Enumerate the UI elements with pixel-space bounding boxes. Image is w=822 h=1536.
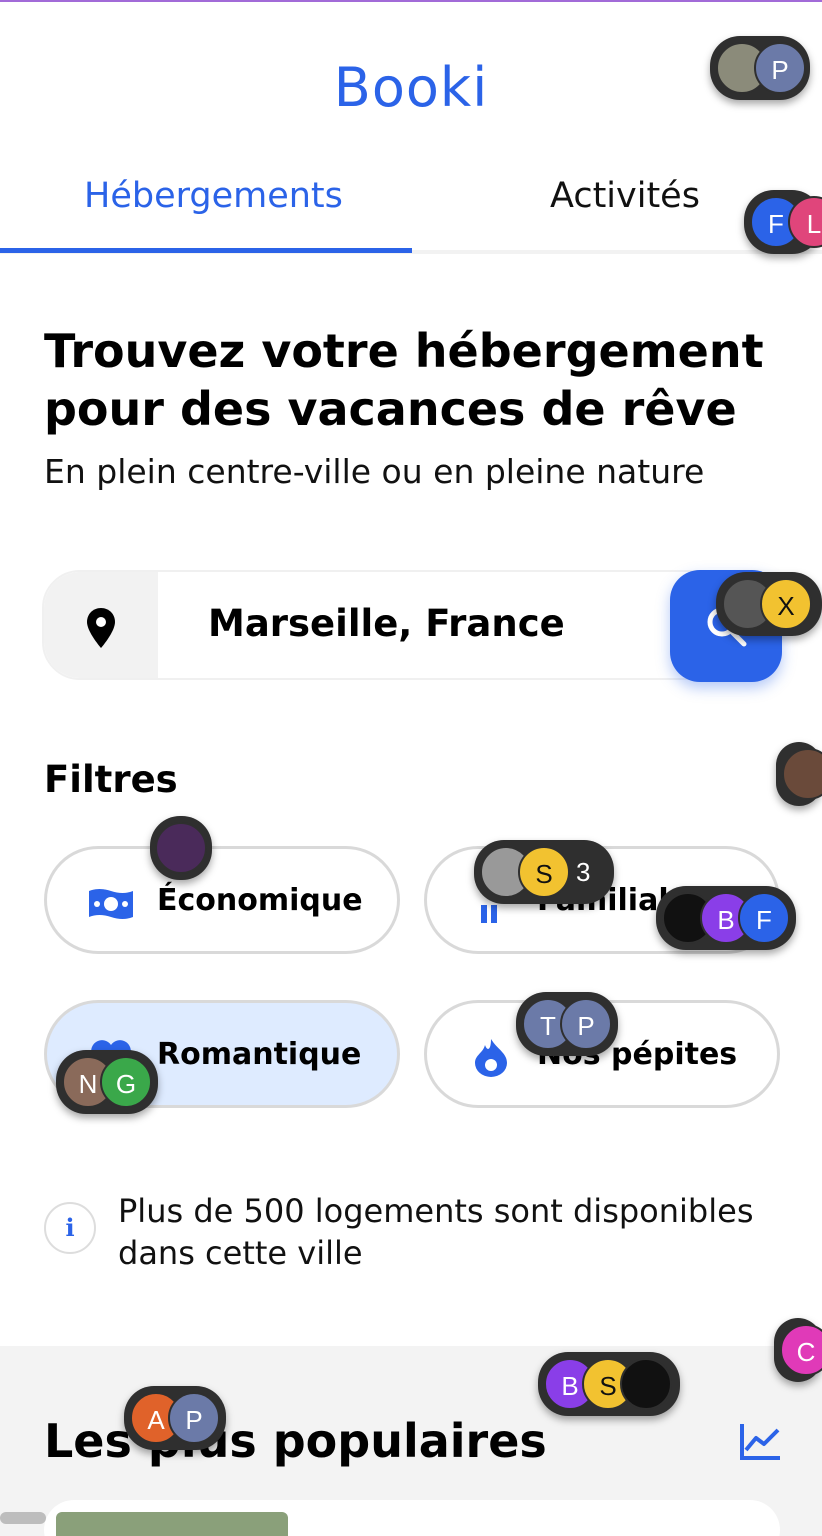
avatar: [782, 748, 822, 800]
app-logo[interactable]: Booki: [0, 56, 822, 119]
filter-economique[interactable]: Économique: [44, 846, 400, 954]
fire-icon: [475, 1039, 507, 1077]
filters-title: Filtres: [44, 758, 178, 801]
collab-avatars[interactable]: N G: [56, 1050, 158, 1114]
collab-avatars[interactable]: [150, 816, 212, 880]
tab-bar: Hébergements Activités: [0, 168, 822, 254]
avatar: [155, 822, 207, 874]
collab-avatars[interactable]: [776, 742, 822, 806]
filter-label: Économique: [157, 883, 363, 918]
filter-label: Romantique: [157, 1037, 362, 1072]
collab-avatars[interactable]: B S: [538, 1352, 680, 1416]
collab-avatars[interactable]: X: [716, 572, 822, 636]
top-accent-line: [0, 0, 822, 2]
location-icon-box: [44, 572, 158, 678]
popular-title: Les plus populaires: [44, 1414, 547, 1468]
hero-title: Trouvez votre hébergement pour des vacan…: [44, 324, 764, 436]
search-bar: Marseille, France: [42, 570, 782, 682]
collab-avatars[interactable]: S 3: [474, 840, 614, 904]
map-pin-icon: [87, 608, 115, 648]
active-tab-indicator: [0, 248, 412, 253]
avatar: S: [518, 846, 570, 898]
info-icon: i: [44, 1202, 96, 1254]
card-thumbnail: [56, 1512, 288, 1536]
search-input[interactable]: Marseille, France: [208, 602, 565, 645]
trending-icon[interactable]: [738, 1422, 782, 1462]
tab-hebergements[interactable]: Hébergements: [84, 176, 343, 216]
tab-activites[interactable]: Activités: [550, 176, 700, 216]
avatar: X: [760, 578, 812, 630]
popular-section: Les plus populaires: [0, 1346, 822, 1536]
avatar: G: [100, 1056, 152, 1108]
money-icon: [89, 889, 133, 919]
info-text: Plus de 500 logements sont disponibles d…: [118, 1192, 754, 1272]
avatar: P: [754, 42, 806, 94]
avatar-count: 3: [576, 857, 591, 887]
avatar: [620, 1358, 672, 1410]
hero-subtitle: En plein centre-ville ou en pleine natur…: [44, 452, 705, 491]
collab-avatars[interactable]: C: [774, 1318, 822, 1382]
collab-avatars[interactable]: A P: [124, 1386, 226, 1450]
collab-avatars[interactable]: P: [710, 36, 810, 100]
avatar: C: [780, 1324, 822, 1376]
avatar: P: [560, 998, 612, 1050]
collab-avatars[interactable]: T P: [516, 992, 618, 1056]
collab-avatars[interactable]: F L: [744, 190, 822, 254]
avatar: F: [738, 892, 790, 944]
avatar: P: [168, 1392, 220, 1444]
logo-text: Booki: [333, 56, 489, 119]
collab-avatars[interactable]: B F: [656, 886, 796, 950]
scroll-indicator: [0, 1512, 46, 1524]
